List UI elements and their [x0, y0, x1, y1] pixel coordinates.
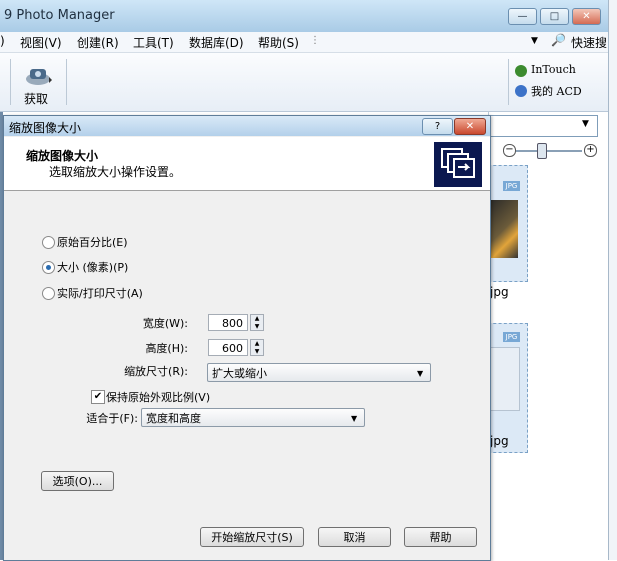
chevron-down-icon: ▼ — [417, 369, 424, 378]
zoom-out-icon[interactable]: − — [503, 144, 516, 157]
quick-search-label[interactable]: 快速搜 — [571, 34, 607, 51]
menu-item-help[interactable]: 帮助(S) — [258, 34, 299, 51]
right-scrollbar[interactable] — [608, 0, 617, 560]
fit-label: 适合于(F): — [86, 412, 138, 425]
radio-original-percent-label[interactable]: 原始百分比(E) — [57, 234, 128, 250]
radio-print-size-label[interactable]: 实际/打印尺寸(A) — [57, 285, 143, 301]
resize-icon — [434, 142, 482, 187]
radio-original-percent[interactable] — [42, 236, 55, 249]
resize-label: 缩放尺寸(R): — [124, 365, 188, 378]
height-input[interactable]: 600 — [208, 339, 248, 356]
menu-overflow-icon[interactable]: ⋮ — [310, 35, 320, 46]
height-label: 高度(H): — [145, 342, 188, 355]
myacd-icon[interactable] — [515, 85, 527, 97]
jpg-badge: JPG — [503, 332, 520, 342]
search-icon[interactable]: 🔎 — [551, 33, 566, 47]
dialog-title: 缩放图像大小 — [9, 121, 82, 135]
menu-item-database[interactable]: 数据库(D) — [189, 34, 244, 51]
start-resize-button[interactable]: 开始缩放尺寸(S) — [200, 527, 304, 547]
maximize-button[interactable]: □ — [540, 8, 569, 25]
radio-size-pixels-label[interactable]: 大小 (像素)(P) — [57, 259, 128, 275]
toolbar-divider — [10, 59, 11, 105]
toolbar-divider — [66, 59, 67, 105]
minimize-button[interactable]: — — [508, 8, 537, 25]
width-spinner[interactable]: ▲ ▼ — [250, 314, 264, 331]
dialog-header: 缩放图像大小 选取缩放大小操作设置。 — [4, 137, 490, 191]
dialog-header-title: 缩放图像大小 — [26, 149, 99, 163]
help-button[interactable]: 帮助 — [404, 527, 477, 547]
keep-ratio-checkbox[interactable]: ✔ — [91, 390, 105, 404]
radio-print-size[interactable] — [42, 287, 55, 300]
app-title: 9 Photo Manager — [4, 8, 115, 23]
dialog-help-icon[interactable]: ? — [422, 118, 453, 135]
acquire-icon[interactable] — [24, 65, 54, 87]
resize-select-value: 扩大或缩小 — [212, 367, 267, 380]
zoom-slider-thumb[interactable] — [537, 143, 547, 159]
menu-item-file[interactable]: ) — [0, 34, 5, 48]
radio-size-pixels[interactable] — [42, 261, 55, 274]
resize-dialog: 缩放图像大小 ? ✕ 缩放图像大小 选取缩放大小操作设置。 原始百分比(E) 大… — [3, 115, 491, 561]
thumbnail-name[interactable]: jpg — [490, 434, 509, 448]
fit-select-value: 宽度和高度 — [146, 412, 201, 425]
dialog-header-subtitle: 选取缩放大小操作设置。 — [49, 165, 182, 179]
menu-item-view[interactable]: 视图(V) — [20, 34, 62, 51]
keep-ratio-label[interactable]: 保持原始外观比例(V) — [106, 389, 210, 405]
toolbar-divider — [508, 59, 509, 105]
width-input[interactable]: 800 — [208, 314, 248, 331]
thumbnail-name[interactable]: jpg — [490, 285, 509, 299]
width-label: 宽度(W): — [142, 317, 188, 330]
chevron-down-icon: ▼ — [351, 414, 358, 423]
zoom-in-icon[interactable]: + — [584, 144, 597, 157]
fit-select[interactable]: 宽度和高度 ▼ — [141, 408, 365, 427]
menu-item-tools[interactable]: 工具(T) — [133, 34, 174, 51]
myacd-link[interactable]: 我的 ACD — [531, 83, 582, 99]
chevron-down-icon[interactable]: ▼ — [531, 36, 538, 46]
chevron-down-icon[interactable]: ▼ — [582, 119, 589, 129]
options-button[interactable]: 选项(O)... — [41, 471, 114, 491]
thumbnail-image[interactable] — [490, 347, 520, 411]
toolbar: 获取 InTouch 我的 ACD — [0, 53, 617, 112]
intouch-link[interactable]: InTouch — [531, 63, 576, 76]
height-spinner[interactable]: ▲ ▼ — [250, 339, 264, 356]
menu-item-create[interactable]: 创建(R) — [77, 34, 119, 51]
cancel-button[interactable]: 取消 — [318, 527, 391, 547]
resize-select[interactable]: 扩大或缩小 ▼ — [207, 363, 431, 382]
zoom-slider-track[interactable] — [516, 150, 582, 152]
close-button[interactable]: ✕ — [572, 8, 601, 25]
dialog-close-button[interactable]: ✕ — [454, 118, 486, 135]
acquire-button-label[interactable]: 获取 — [24, 90, 48, 107]
jpg-badge: JPG — [503, 181, 520, 191]
intouch-icon[interactable] — [515, 65, 527, 77]
thumbnail-image[interactable] — [490, 200, 518, 258]
